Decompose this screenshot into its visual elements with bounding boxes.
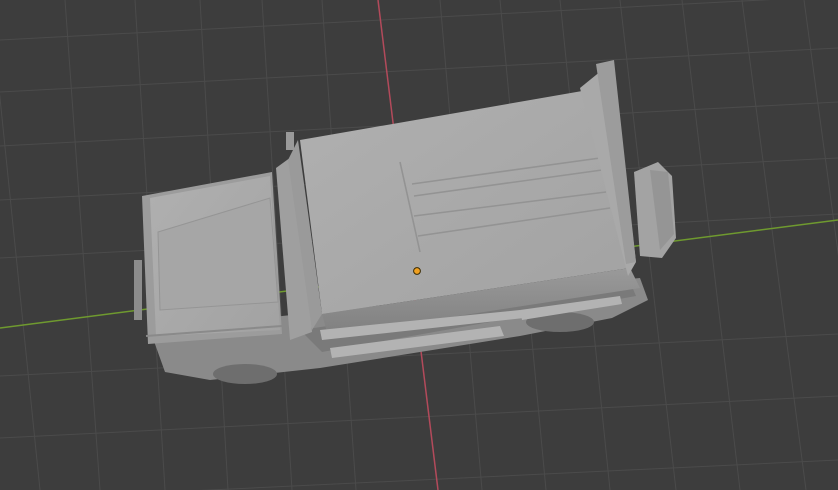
origin-point[interactable] bbox=[413, 267, 421, 275]
3d-viewport[interactable] bbox=[0, 0, 838, 490]
